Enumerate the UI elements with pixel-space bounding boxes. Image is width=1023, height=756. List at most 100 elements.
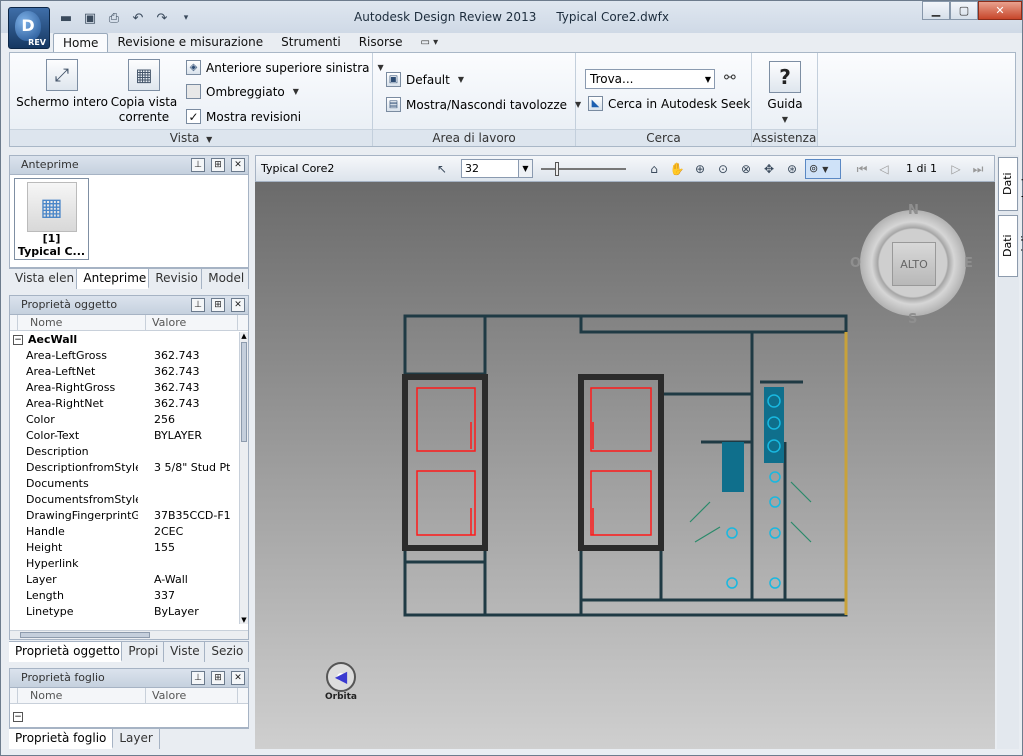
orbit-icon[interactable]: ✥ bbox=[761, 161, 777, 177]
property-row[interactable]: Color-Text BYLAYER bbox=[10, 428, 240, 444]
compass-north[interactable]: N bbox=[908, 203, 919, 218]
tab-risorse[interactable]: Risorse bbox=[350, 33, 412, 53]
tab-dati-testo[interactable]: Dati testo bbox=[998, 157, 1023, 211]
find-input[interactable]: Trova... ▼ bbox=[585, 69, 715, 89]
zoom-input[interactable]: 32 ▼ bbox=[461, 159, 533, 178]
fit-icon[interactable]: ⊗ bbox=[738, 161, 754, 177]
tab-layer[interactable]: Layer bbox=[113, 729, 160, 749]
column-name[interactable]: Nome bbox=[18, 688, 146, 703]
nav-mode-dropdown[interactable]: ⊚ ▼ bbox=[805, 159, 841, 179]
ribbon-options-icon[interactable]: ▭ ▾ bbox=[412, 33, 448, 53]
pan-icon[interactable]: ✋ bbox=[669, 161, 685, 177]
property-row[interactable]: DescriptionfromStyle 3 5/8" Stud Ptn. (4 bbox=[10, 460, 240, 476]
property-row[interactable]: Description bbox=[10, 444, 240, 460]
vertical-scrollbar[interactable]: ▲ ▼ bbox=[239, 332, 248, 624]
select-icon[interactable]: ↖ bbox=[434, 161, 450, 177]
property-row[interactable]: Area-RightGross 362.743 bbox=[10, 380, 240, 396]
toggle-palettes-dropdown[interactable]: ▤ Mostra/Nascondi tavolozze ▼ bbox=[386, 97, 581, 112]
property-row[interactable]: Color 256 bbox=[10, 412, 240, 428]
help-button[interactable]: ? Guida ▼ bbox=[762, 61, 808, 127]
application-menu-button[interactable]: D REV bbox=[8, 7, 50, 49]
tab-strumenti[interactable]: Strumenti bbox=[272, 33, 350, 53]
property-row[interactable]: Documents bbox=[10, 476, 240, 492]
dock-icon[interactable]: ⊞ bbox=[211, 158, 225, 172]
scroll-thumb[interactable] bbox=[20, 632, 150, 638]
workspace-dropdown[interactable]: ▣ Default ▼ bbox=[386, 72, 464, 87]
tab-proprieta-foglio[interactable]: Proprietà foglio bbox=[9, 729, 114, 749]
dock-icon[interactable]: ⊞ bbox=[211, 298, 225, 312]
collapse-icon[interactable]: − bbox=[13, 712, 23, 722]
property-row[interactable]: Height 155 bbox=[10, 540, 240, 556]
tab-dati-griglia[interactable]: Dati griglia bbox=[998, 215, 1023, 277]
column-value[interactable]: Valore bbox=[146, 315, 238, 330]
elevator-car[interactable] bbox=[416, 387, 476, 452]
slider-thumb[interactable] bbox=[555, 162, 559, 176]
tab-proprieta[interactable]: Propi bbox=[122, 642, 165, 662]
drawing-canvas[interactable]: ALTO N S O E ◀ Orbita bbox=[255, 182, 995, 749]
thumbnail[interactable]: ▦ [1] Typical C... bbox=[14, 178, 89, 260]
zoom-window-icon[interactable]: ⊙ bbox=[715, 161, 731, 177]
column-value[interactable]: Valore bbox=[146, 688, 238, 703]
zoom-icon[interactable]: ⊕ bbox=[692, 161, 708, 177]
shading-dropdown[interactable]: Ombreggiato ▼ bbox=[186, 84, 299, 99]
tab-viste[interactable]: Viste bbox=[164, 642, 206, 662]
compass-west[interactable]: O bbox=[850, 256, 861, 271]
duct[interactable] bbox=[722, 442, 744, 492]
orbit-cursor[interactable]: ◀ Orbita bbox=[323, 662, 359, 702]
turntable-icon[interactable]: ⊛ bbox=[784, 161, 800, 177]
tab-anteprime[interactable]: Anteprime bbox=[77, 269, 150, 289]
tab-proprieta-oggetto[interactable]: Proprietà oggetto bbox=[9, 642, 123, 662]
last-page-icon[interactable]: ⏭ bbox=[970, 161, 986, 177]
tab-vista-elenco[interactable]: Vista elen bbox=[9, 269, 78, 289]
home-icon[interactable]: ⌂ bbox=[646, 161, 662, 177]
collapse-icon[interactable]: − bbox=[13, 335, 23, 345]
elevator-car[interactable] bbox=[590, 470, 652, 536]
pin-icon[interactable]: ⊥ bbox=[191, 158, 205, 172]
close-icon[interactable]: ✕ bbox=[231, 671, 245, 685]
tab-model[interactable]: Model bbox=[202, 269, 249, 289]
property-row[interactable]: Layer A-Wall bbox=[10, 572, 240, 588]
property-row[interactable]: Area-LeftNet 362.743 bbox=[10, 364, 240, 380]
outer-wall[interactable] bbox=[403, 314, 848, 617]
pin-icon[interactable]: ⊥ bbox=[191, 671, 205, 685]
view-direction-dropdown[interactable]: ◈ Anteriore superiore sinistra ▼ bbox=[186, 60, 384, 75]
next-page-icon[interactable]: ▷ bbox=[948, 161, 964, 177]
close-button[interactable]: ✕ bbox=[978, 1, 1022, 20]
tab-home[interactable]: Home bbox=[53, 33, 109, 53]
property-row[interactable]: Hyperlink bbox=[10, 556, 240, 572]
property-row[interactable]: Length 337 bbox=[10, 588, 240, 604]
binoculars-icon[interactable]: ⚯ bbox=[724, 70, 736, 86]
minimize-button[interactable]: ▁ bbox=[922, 1, 950, 20]
group-title-vista[interactable]: Vista ▼ bbox=[10, 129, 372, 146]
tab-revisione[interactable]: Revisione e misurazione bbox=[108, 33, 272, 53]
scroll-thumb[interactable] bbox=[241, 342, 247, 442]
close-icon[interactable]: ✕ bbox=[231, 298, 245, 312]
property-row[interactable]: Linetype ByLayer bbox=[10, 604, 240, 620]
zoom-slider[interactable] bbox=[541, 162, 626, 176]
close-icon[interactable]: ✕ bbox=[231, 158, 245, 172]
previous-page-icon[interactable]: ◁ bbox=[876, 161, 892, 177]
fullscreen-button[interactable]: ⤢ Schermo intero bbox=[16, 59, 108, 110]
column-name[interactable]: Nome bbox=[18, 315, 146, 330]
compass-south[interactable]: S bbox=[908, 312, 917, 327]
pin-icon[interactable]: ⊥ bbox=[191, 298, 205, 312]
tab-revisioni[interactable]: Revisio bbox=[149, 269, 203, 289]
group-row[interactable]: − AecWall bbox=[10, 332, 240, 348]
elevator-car[interactable] bbox=[590, 387, 652, 452]
elevator-car[interactable] bbox=[416, 470, 476, 536]
first-page-icon[interactable]: ⏮ bbox=[854, 161, 870, 177]
maximize-button[interactable]: ▢ bbox=[950, 1, 978, 20]
dock-icon[interactable]: ⊞ bbox=[211, 671, 225, 685]
tab-sezioni[interactable]: Sezio bbox=[205, 642, 249, 662]
horizontal-scrollbar[interactable] bbox=[10, 630, 248, 639]
property-row[interactable]: Area-RightNet 362.743 bbox=[10, 396, 240, 412]
property-row[interactable]: DocumentsfromStyle bbox=[10, 492, 240, 508]
show-revisions-checkbox[interactable]: ✓ Mostra revisioni bbox=[186, 109, 301, 124]
property-row[interactable]: Area-LeftGross 362.743 bbox=[10, 348, 240, 364]
property-row[interactable]: Handle 2CEC bbox=[10, 524, 240, 540]
seek-button[interactable]: ◣ Cerca in Autodesk Seek bbox=[588, 96, 750, 111]
copy-view-button[interactable]: ▦ Copia vista corrente bbox=[110, 59, 178, 125]
viewcube-face[interactable]: ALTO bbox=[892, 242, 936, 286]
viewcube[interactable]: ALTO N S O E bbox=[850, 203, 973, 327]
property-row[interactable]: DrawingFingerprintGuid 37B35CCD-F15F-4 bbox=[10, 508, 240, 524]
